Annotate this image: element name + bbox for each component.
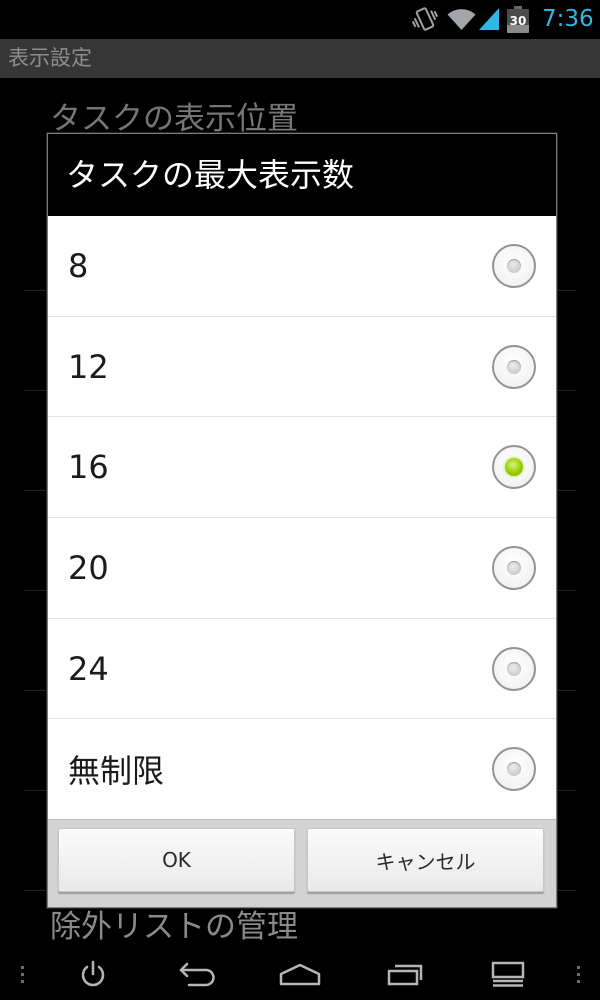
option-label: 無制限	[68, 752, 165, 791]
ok-button[interactable]: OK	[58, 828, 295, 892]
max-tasks-dialog: タスクの最大表示数 8 12 16 20 24 無制限 OK キャンセル	[47, 133, 557, 908]
radio-button[interactable]	[492, 344, 536, 389]
radio-dot-icon	[505, 458, 523, 477]
radio-button[interactable]	[492, 747, 536, 792]
battery-level: 30	[509, 13, 527, 28]
option-label: 20	[68, 548, 109, 587]
pref-item-title: 除外リストの管理	[50, 909, 298, 945]
option-label: 24	[68, 649, 109, 688]
radio-dot-icon	[507, 560, 521, 575]
option-20[interactable]: 20	[48, 518, 556, 619]
battery-icon: 30	[505, 0, 531, 38]
option-8[interactable]: 8	[48, 216, 556, 317]
screen-icon[interactable]	[480, 948, 536, 1000]
action-bar: 表示設定	[0, 39, 600, 78]
recents-icon[interactable]	[377, 948, 433, 1000]
radio-dot-icon	[507, 661, 521, 676]
navigation-bar	[0, 948, 600, 1000]
radio-dot-icon	[507, 258, 521, 273]
signal-icon	[478, 0, 500, 38]
home-icon[interactable]	[272, 948, 328, 1000]
menu-dots-icon[interactable]	[6, 948, 38, 1000]
option-12[interactable]: 12	[48, 317, 556, 418]
option-label: 12	[68, 347, 109, 386]
status-bar: 30 7:36	[0, 0, 600, 38]
radio-button[interactable]	[492, 545, 536, 590]
option-label: 8	[68, 246, 89, 285]
page-title: 表示設定	[8, 46, 92, 70]
option-list: 8 12 16 20 24 無制限	[48, 216, 556, 819]
radio-button[interactable]	[492, 243, 536, 288]
option-24[interactable]: 24	[48, 619, 556, 720]
wifi-icon	[446, 0, 477, 38]
screen: 30 7:36 表示設定 タスクの表示位置 除外リストの管理 タスクの最大表示数…	[0, 0, 600, 1000]
radio-dot-icon	[507, 762, 521, 777]
vibrate-icon	[411, 0, 439, 38]
pref-item-title: タスクの表示位置	[50, 101, 298, 137]
option-unlimited[interactable]: 無制限	[48, 719, 556, 819]
option-label: 16	[68, 448, 109, 487]
option-16[interactable]: 16	[48, 417, 556, 519]
cancel-button[interactable]: キャンセル	[307, 828, 544, 892]
dialog-title: タスクの最大表示数	[48, 134, 556, 216]
status-time: 7:36	[542, 6, 594, 32]
power-icon[interactable]	[65, 948, 121, 1000]
radio-button[interactable]	[492, 646, 536, 691]
menu-dots-icon[interactable]	[562, 948, 594, 1000]
dialog-button-bar: OK キャンセル	[48, 819, 556, 907]
back-icon[interactable]	[169, 948, 225, 1000]
radio-dot-icon	[507, 359, 521, 374]
radio-button[interactable]	[492, 445, 536, 490]
